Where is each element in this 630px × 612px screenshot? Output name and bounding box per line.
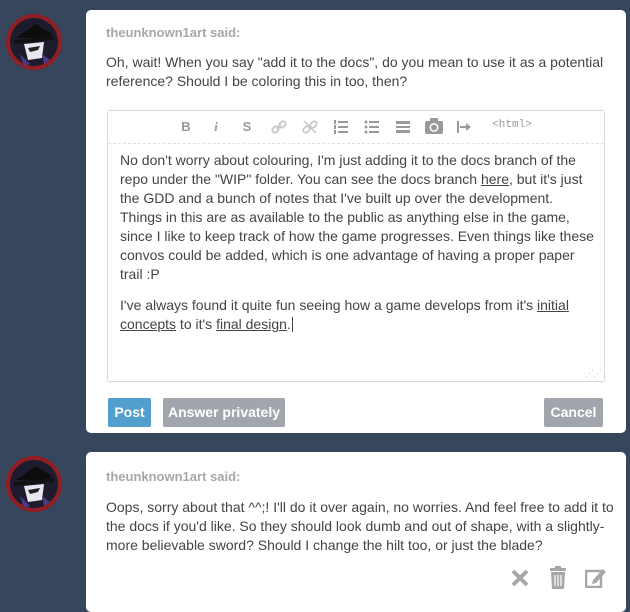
italic-icon[interactable]: i [210, 119, 222, 135]
link-icon[interactable] [271, 119, 287, 135]
here-link[interactable]: here [481, 171, 509, 187]
text-span: to it's [176, 316, 217, 332]
numbered-list-icon[interactable] [333, 119, 349, 135]
unlink-icon[interactable] [302, 119, 318, 135]
text-span: I've always found it quite fun seeing ho… [120, 297, 538, 313]
strikethrough-icon[interactable]: S [241, 119, 253, 135]
editor-content[interactable]: No don't worry about colouring, I'm just… [120, 151, 594, 346]
delete-icon[interactable] [510, 568, 530, 593]
indent-icon[interactable] [456, 119, 472, 135]
final-design-link[interactable]: final design [216, 316, 287, 332]
post-button[interactable]: Post [108, 398, 151, 427]
html-icon[interactable]: <html> [490, 119, 534, 135]
cancel-button[interactable]: Cancel [544, 398, 603, 427]
editor-paragraph: I've always found it quite fun seeing ho… [120, 296, 594, 334]
message-text: Oh, wait! When you say "add it to the do… [106, 54, 604, 89]
editor-paragraph: No don't worry about colouring, I'm just… [120, 151, 594, 284]
bold-icon[interactable]: B [180, 119, 192, 135]
avatar[interactable] [6, 456, 62, 512]
answer-privately-button[interactable]: Answer privately [163, 398, 285, 427]
trash-icon[interactable] [548, 566, 568, 594]
author-name[interactable]: theunknown1art said: [106, 469, 240, 484]
message-card: theunknown1art said: Oops, sorry about t… [86, 452, 626, 612]
text-span: , but it's just the GDD and a bunch of n… [120, 171, 594, 282]
editor-toolbar: B i S <html> [108, 111, 604, 144]
reply-card: theunknown1art said: Oh, wait! When you … [86, 10, 626, 433]
avatar[interactable] [6, 14, 62, 70]
read-more-icon[interactable] [395, 119, 411, 135]
message-text: Oops, sorry about that ^^;! I'll do it o… [106, 499, 614, 553]
text-caret [291, 317, 293, 332]
camera-icon[interactable] [424, 117, 444, 137]
author-name[interactable]: theunknown1art said: [106, 25, 240, 40]
resize-handle-icon[interactable]: ⋰⋰ [585, 368, 602, 379]
text-span: . [286, 316, 291, 332]
bulleted-list-icon[interactable] [364, 119, 380, 135]
reply-editor[interactable]: B i S <html> No don't worry about colour… [107, 110, 605, 382]
